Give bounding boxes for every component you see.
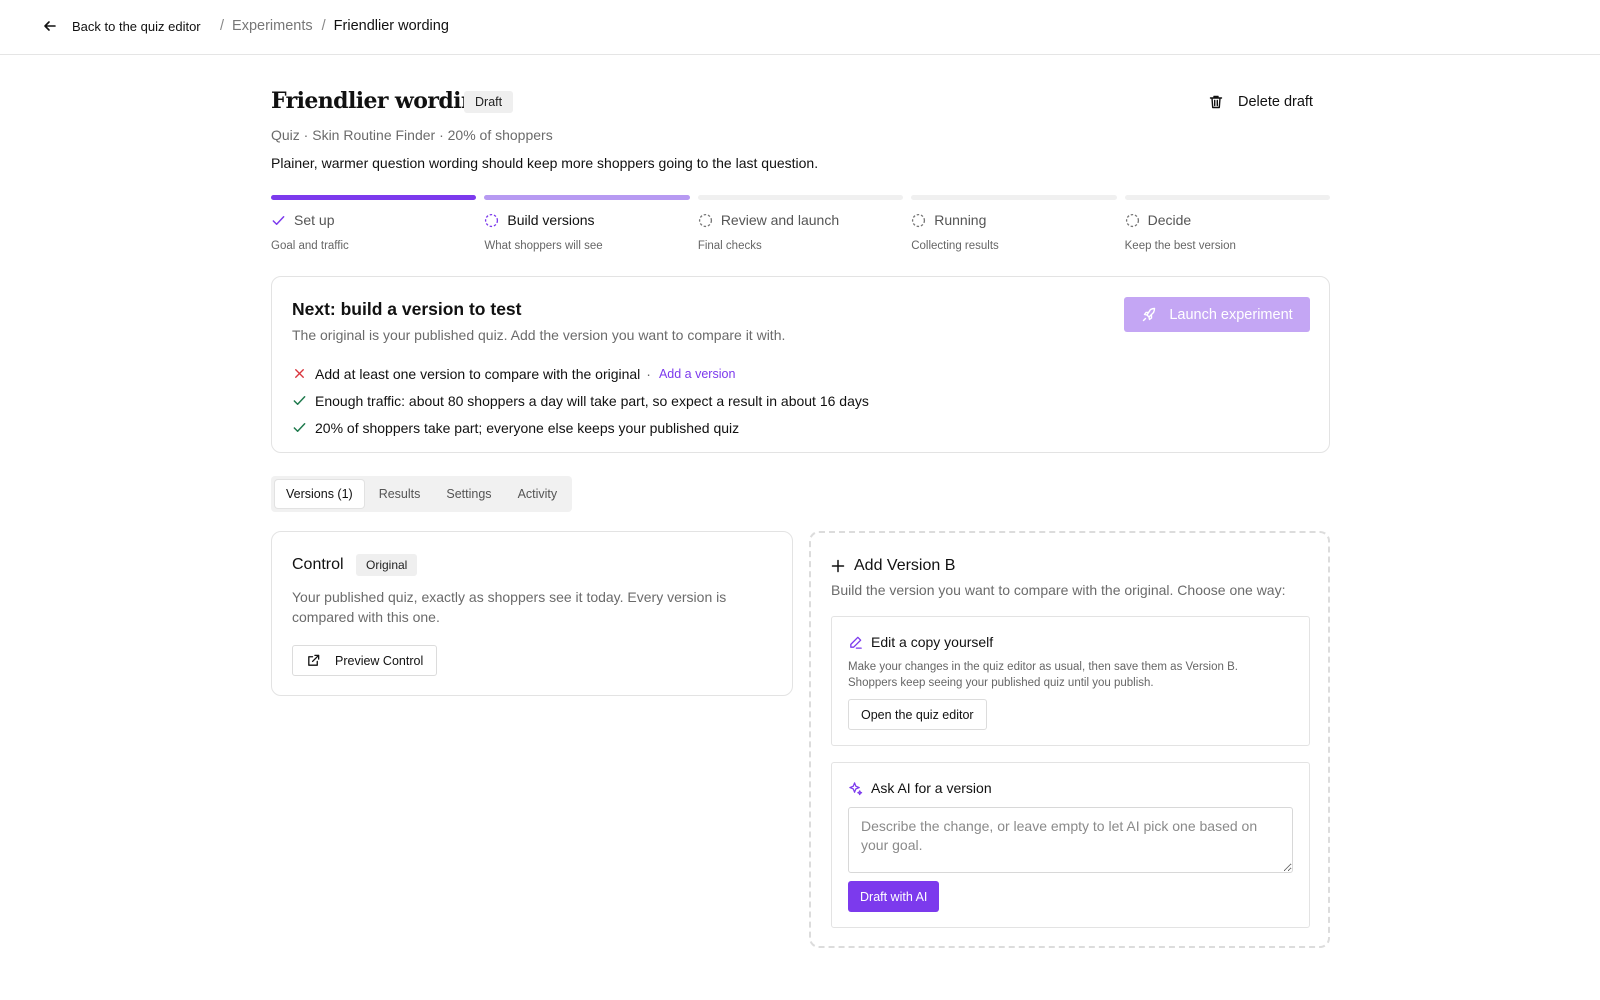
step-bar (911, 195, 1117, 200)
step-sub: Collecting results (911, 240, 999, 252)
step-label: Set up (294, 212, 335, 228)
step-bar (697, 195, 904, 200)
step-set-up: Set up Goal and traffic (271, 195, 477, 252)
check-text: Enough traffic: about 80 shoppers a day … (315, 392, 869, 409)
original-badge: Original (356, 554, 418, 576)
step-bar (1124, 195, 1331, 200)
next-step-card: Next: build a version to test The origin… (271, 276, 1330, 453)
preview-control-label: Preview Control (335, 653, 424, 668)
step-label: Running (934, 212, 987, 228)
tab-results[interactable]: Results (368, 480, 432, 508)
ask-ai-title: Ask AI for a version (871, 780, 992, 796)
step-label: Decide (1147, 212, 1192, 228)
tab-activity[interactable]: Activity (507, 480, 569, 508)
add-version-link[interactable]: Add a version (659, 367, 735, 381)
checklist-item: Add at least one version to compare with… (292, 360, 869, 387)
back-to-editor-link[interactable]: Back to the quiz editor (42, 18, 201, 34)
check-icon (293, 423, 306, 432)
breadcrumb: / Experiments / Friendlier wording (220, 18, 449, 34)
step-sub: Keep the best version (1124, 240, 1236, 252)
edit-copy-description: Make your changes in the quiz editor as … (848, 661, 1238, 689)
tab-settings[interactable]: Settings (435, 480, 502, 508)
step-review-and-launch: Review and launch Final checks (697, 195, 904, 252)
open-quiz-editor-button[interactable]: Open the quiz editor (848, 699, 987, 730)
step-label: Review and launch (720, 212, 840, 228)
control-title: Control (292, 556, 344, 573)
add-version-lead: Build the version you want to compare wi… (831, 582, 1286, 598)
dashed-circle-icon (485, 213, 499, 227)
check-separator: · (646, 365, 651, 382)
sparkle-icon (849, 781, 863, 795)
preview-control-button[interactable]: Preview Control (292, 645, 438, 676)
launch-experiment-button[interactable]: Launch experiment (1124, 297, 1310, 332)
section-tabs: Versions (1) Results Settings Activity (271, 476, 573, 512)
dashed-circle-icon (698, 213, 712, 227)
step-decide: Decide Keep the best version (1124, 195, 1331, 252)
edit-copy-title: Edit a copy yourself (871, 634, 994, 650)
progress-stepper: Set up Goal and traffic Build versions W… (271, 195, 1331, 252)
trash-icon (1209, 95, 1223, 109)
check-text: 20% of shoppers take part; everyone else… (315, 419, 740, 436)
checklist-item: Enough traffic: about 80 shoppers a day … (292, 387, 869, 414)
dashed-circle-icon (912, 213, 926, 227)
check-icon (272, 215, 285, 225)
next-step-lead: The original is your published quiz. Add… (292, 327, 786, 343)
rocket-icon (1143, 307, 1156, 321)
step-bar (271, 195, 477, 200)
control-description: Your published quiz, exactly as shoppers… (292, 589, 727, 625)
check-icon (293, 396, 306, 405)
check-text: Add at least one version to compare with… (315, 365, 641, 382)
back-label: Back to the quiz editor (72, 18, 201, 34)
delete-draft-button[interactable]: Delete draft (1208, 94, 1313, 110)
delete-draft-label: Delete draft (1238, 94, 1313, 110)
step-sub: Goal and traffic (271, 240, 349, 252)
breadcrumb-current: Friendlier wording (333, 18, 449, 34)
add-version-title: Add Version B (854, 557, 956, 574)
draft-with-ai-button[interactable]: Draft with AI (848, 881, 940, 912)
step-label: Build versions (507, 212, 595, 228)
x-icon (295, 369, 304, 378)
step-sub: What shoppers will see (484, 240, 603, 252)
top-bar: Back to the quiz editor / Experiments / … (0, 0, 1600, 55)
experiment-description: Plainer, warmer question wording should … (271, 155, 819, 171)
control-version-card: Control Original Your published quiz, ex… (271, 531, 793, 696)
external-link-icon (308, 654, 320, 666)
readiness-checklist: Add at least one version to compare with… (292, 360, 869, 441)
page-title: Friendlier wording (271, 88, 492, 114)
tab-versions[interactable]: Versions (1) (275, 480, 364, 508)
step-bar (484, 195, 690, 200)
breadcrumb-experiments[interactable]: Experiments (232, 18, 313, 34)
status-badge: Draft (464, 91, 514, 113)
pencil-icon (850, 636, 862, 649)
experiment-meta: Quiz · Skin Routine Finder · 20% of shop… (271, 127, 553, 143)
arrow-left-icon (44, 21, 56, 31)
edit-copy-option: Edit a copy yourself Make your changes i… (831, 616, 1310, 746)
checklist-item: 20% of shoppers take part; everyone else… (292, 414, 869, 441)
dashed-circle-icon (1125, 213, 1139, 227)
ai-prompt-input[interactable] (848, 807, 1293, 873)
step-running: Running Collecting results (911, 195, 1117, 252)
step-build-versions: Build versions What shoppers will see (484, 195, 690, 252)
add-version-card: Add Version B Build the version you want… (809, 531, 1330, 948)
next-step-title: Next: build a version to test (292, 299, 522, 319)
ask-ai-option: Ask AI for a version Draft with AI (831, 762, 1310, 928)
plus-icon (831, 559, 845, 573)
launch-label: Launch experiment (1169, 306, 1293, 323)
step-sub: Final checks (697, 240, 762, 252)
